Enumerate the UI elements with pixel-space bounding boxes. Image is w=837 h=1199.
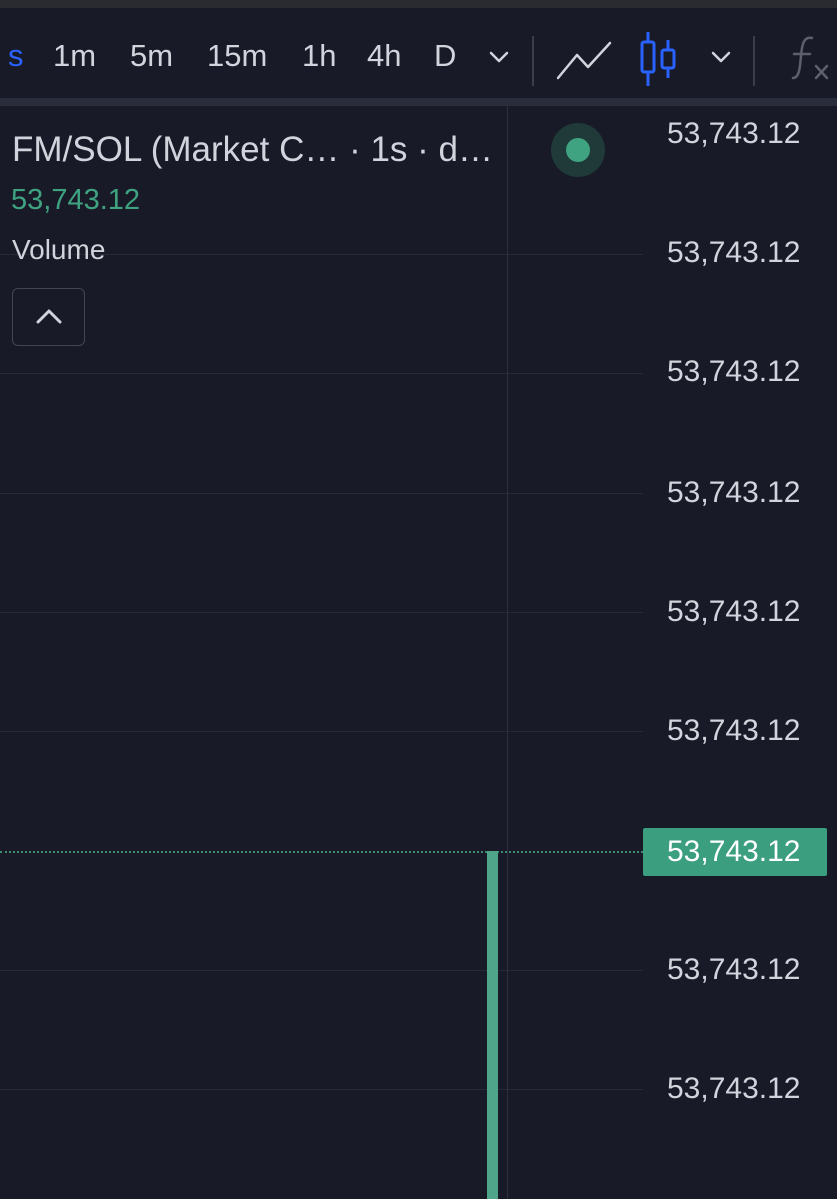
current-price-badge: 53,743.12 (643, 828, 827, 876)
grid-line (0, 612, 643, 613)
grid-line (0, 731, 643, 732)
candle-bar (487, 851, 498, 1199)
collapse-legend-button[interactable] (12, 288, 85, 346)
line-chart-icon[interactable] (555, 38, 613, 82)
timeframe-5m[interactable]: 5m (130, 38, 173, 74)
grid-line (0, 373, 643, 374)
legend-volume-indicator[interactable]: Volume (12, 234, 105, 266)
fx-icon[interactable] (790, 34, 832, 84)
toolbar-divider (753, 36, 755, 86)
toolbar-separator (0, 98, 837, 106)
price-axis-label: 53,743.12 (667, 117, 801, 150)
status-dot-icon (566, 138, 590, 162)
chart-toolbar: s 1m 5m 15m 1h 4h D (0, 8, 837, 100)
crosshair-vertical-line (507, 106, 508, 1199)
timeframe-15m[interactable]: 15m (207, 38, 267, 74)
trading-chart-app: s 1m 5m 15m 1h 4h D 53,743.12 53,743.12 … (0, 0, 837, 1199)
price-axis-label: 53,743.12 (667, 355, 801, 388)
timeframe-4h[interactable]: 4h (367, 38, 401, 74)
chevron-down-icon[interactable] (488, 50, 510, 64)
chevron-up-icon (36, 309, 62, 324)
grid-line (0, 1089, 643, 1090)
price-axis-label: 53,743.12 (667, 476, 801, 509)
price-axis-label: 53,743.12 (667, 595, 801, 628)
grid-line (0, 493, 643, 494)
candlestick-icon[interactable] (638, 30, 678, 88)
price-axis-label: 53,743.12 (667, 236, 801, 269)
price-axis-label: 53,743.12 (667, 714, 801, 747)
legend-price: 53,743.12 (11, 184, 141, 216)
timeframe-1m[interactable]: 1m (53, 38, 96, 74)
symbol-legend-title[interactable]: FM/SOL (Market C… · 1s · d… (12, 130, 493, 170)
chevron-down-icon[interactable] (710, 50, 732, 64)
timeframe-seconds[interactable]: s (8, 38, 24, 74)
timeframe-day[interactable]: D (434, 38, 456, 74)
toolbar-divider (532, 36, 534, 86)
market-status-indicator[interactable] (551, 123, 605, 177)
price-axis-label: 53,743.12 (667, 953, 801, 986)
price-axis-label: 53,743.12 (667, 1072, 801, 1105)
top-strip (0, 0, 837, 8)
current-price-label: 53,743.12 (667, 835, 801, 868)
grid-line (0, 970, 643, 971)
timeframe-1h[interactable]: 1h (302, 38, 336, 74)
last-price-line (0, 851, 643, 853)
